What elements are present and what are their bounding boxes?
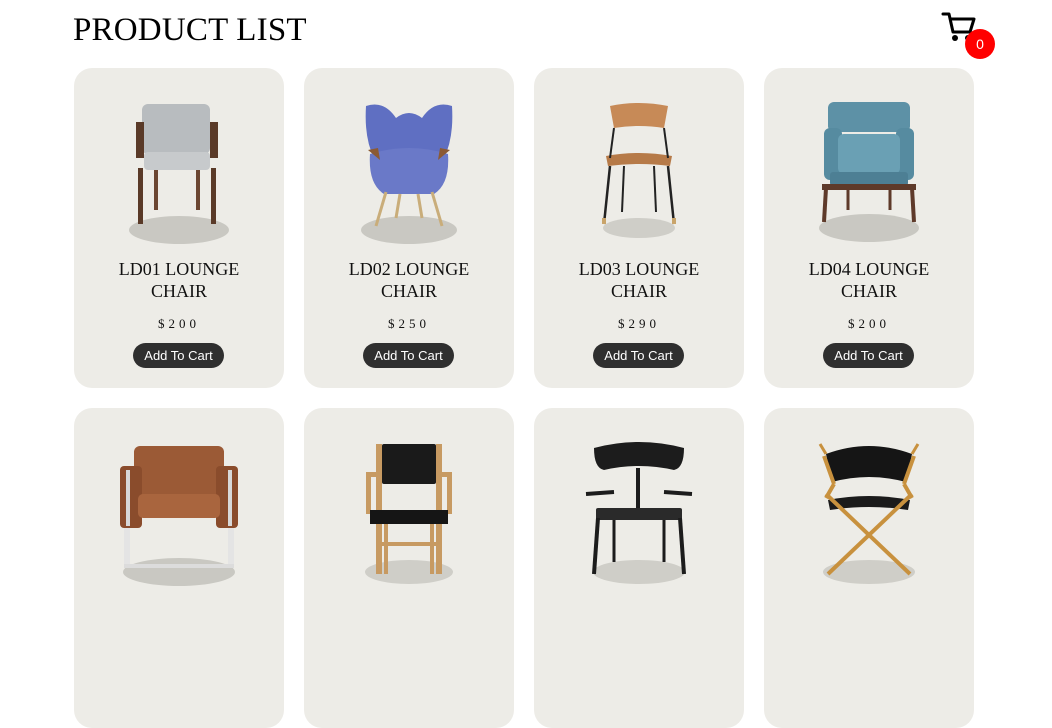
product-grid: LD01 LOUNGE CHAIR $200 Add To Cart LD02 … — [74, 68, 974, 728]
cart-count-badge: 0 — [965, 29, 995, 59]
page-title: PRODUCT LIST — [73, 12, 307, 48]
product-card — [534, 408, 744, 728]
teal-cushioned-armchair-image — [819, 102, 919, 242]
brown-leather-armchair-chrome-image — [120, 446, 238, 586]
product-card — [764, 408, 974, 728]
product-price: $200 — [848, 316, 890, 331]
grey-upholstered-armchair-image — [129, 104, 229, 244]
black-wood-armchair-image — [585, 442, 693, 584]
blue-wingback-lounge-chair-image — [361, 104, 457, 244]
wooden-shell-chair-black-legs-image — [602, 103, 676, 238]
product-card: LD01 LOUNGE CHAIR $200 Add To Cart — [74, 68, 284, 388]
add-to-cart-button[interactable]: Add To Cart — [133, 343, 224, 368]
black-leather-sawbuck-chair-image — [818, 443, 920, 584]
product-price: $290 — [618, 316, 660, 331]
product-card — [74, 408, 284, 728]
product-name: LD03 LOUNGE CHAIR — [578, 259, 700, 301]
product-name: LD04 LOUNGE CHAIR — [808, 259, 930, 301]
product-card: LD04 LOUNGE CHAIR $200 Add To Cart — [764, 68, 974, 388]
product-name: LD01 LOUNGE CHAIR — [118, 259, 240, 301]
add-to-cart-button[interactable]: Add To Cart — [593, 343, 684, 368]
product-card — [304, 408, 514, 728]
add-to-cart-button[interactable]: Add To Cart — [363, 343, 454, 368]
product-price: $200 — [158, 316, 200, 331]
add-to-cart-button[interactable]: Add To Cart — [823, 343, 914, 368]
product-card: LD03 LOUNGE CHAIR $290 Add To Cart — [534, 68, 744, 388]
cart-button[interactable]: 0 — [941, 10, 997, 62]
product-price: $250 — [388, 316, 430, 331]
product-name: LD02 LOUNGE CHAIR — [348, 259, 470, 301]
product-card: LD02 LOUNGE CHAIR $250 Add To Cart — [304, 68, 514, 388]
black-seat-wooden-frame-chair-image — [365, 444, 453, 584]
